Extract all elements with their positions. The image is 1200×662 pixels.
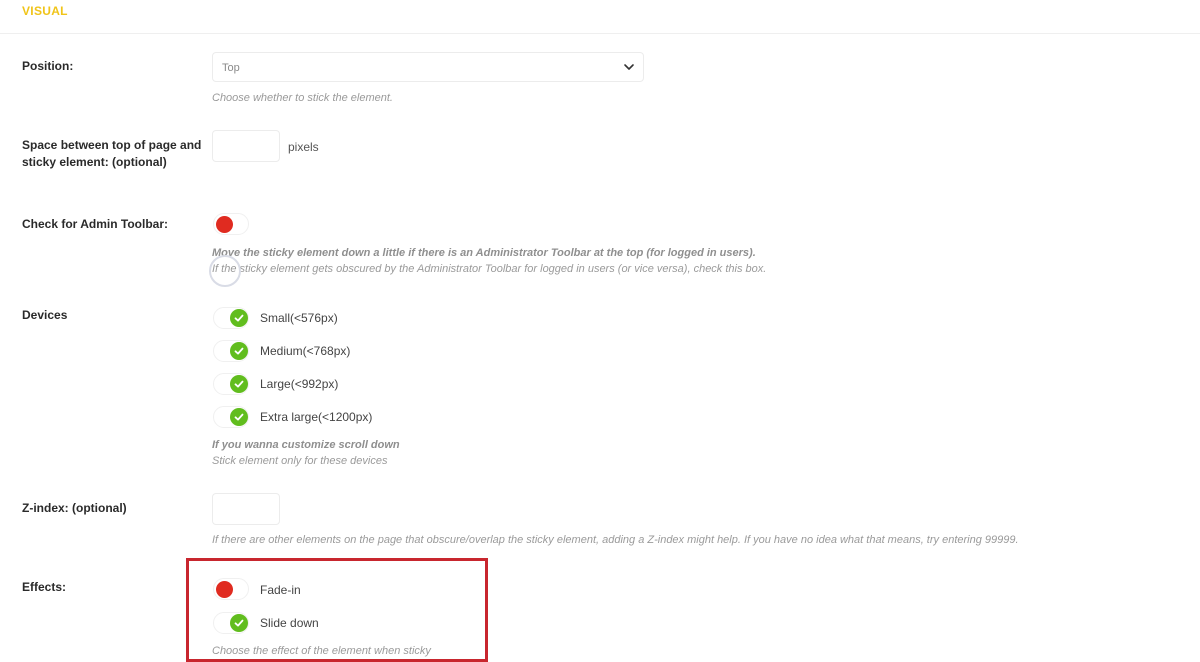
zindex-help: If there are other elements on the page … <box>212 534 1019 546</box>
device-extra-large-toggle[interactable] <box>213 406 249 428</box>
check-icon <box>234 314 244 322</box>
device-small-toggle[interactable] <box>213 307 249 329</box>
devices-help-strong: If you wanna customize scroll down <box>212 439 400 451</box>
section-title: VISUAL <box>22 4 68 18</box>
admin-toolbar-toggle[interactable] <box>213 213 249 235</box>
toggle-on-knob <box>230 342 248 360</box>
device-medium-toggle[interactable] <box>213 340 249 362</box>
device-extra-large-label: Extra large(<1200px) <box>260 410 373 424</box>
toggle-on-knob <box>230 375 248 393</box>
zindex-input[interactable] <box>212 493 280 525</box>
highlight-box <box>186 558 488 662</box>
admin-toolbar-help: If the sticky element gets obscured by t… <box>212 263 767 275</box>
toggle-off-knob <box>216 216 233 233</box>
position-label: Position: <box>22 59 74 73</box>
devices-label: Devices <box>22 308 68 322</box>
toggle-on-knob <box>230 309 248 327</box>
space-unit: pixels <box>288 140 319 154</box>
toggle-on-knob <box>230 408 248 426</box>
space-label-line1: Space between top of page and <box>22 138 202 152</box>
device-small-label: Small(<576px) <box>260 311 338 325</box>
loading-spinner-icon <box>209 255 241 287</box>
position-select-value: Top <box>222 62 240 74</box>
check-icon <box>234 347 244 355</box>
space-input[interactable] <box>212 130 280 162</box>
check-icon <box>234 413 244 421</box>
check-icon <box>234 380 244 388</box>
zindex-label: Z-index: (optional) <box>22 501 127 515</box>
space-label: Space between top of page and sticky ele… <box>22 137 202 171</box>
position-help: Choose whether to stick the element. <box>212 92 393 104</box>
admin-toolbar-help-strong: Move the sticky element down a little if… <box>212 247 756 259</box>
device-medium-label: Medium(<768px) <box>260 344 351 358</box>
devices-help: Stick element only for these devices <box>212 455 388 467</box>
device-large-toggle[interactable] <box>213 373 249 395</box>
space-label-line2: sticky element: (optional) <box>22 155 167 169</box>
effects-label: Effects: <box>22 580 67 594</box>
section-divider <box>0 33 1200 34</box>
position-select[interactable]: Top <box>212 52 644 82</box>
device-large-label: Large(<992px) <box>260 377 339 391</box>
admin-toolbar-label: Check for Admin Toolbar: <box>22 217 169 231</box>
chevron-down-icon <box>624 64 634 70</box>
